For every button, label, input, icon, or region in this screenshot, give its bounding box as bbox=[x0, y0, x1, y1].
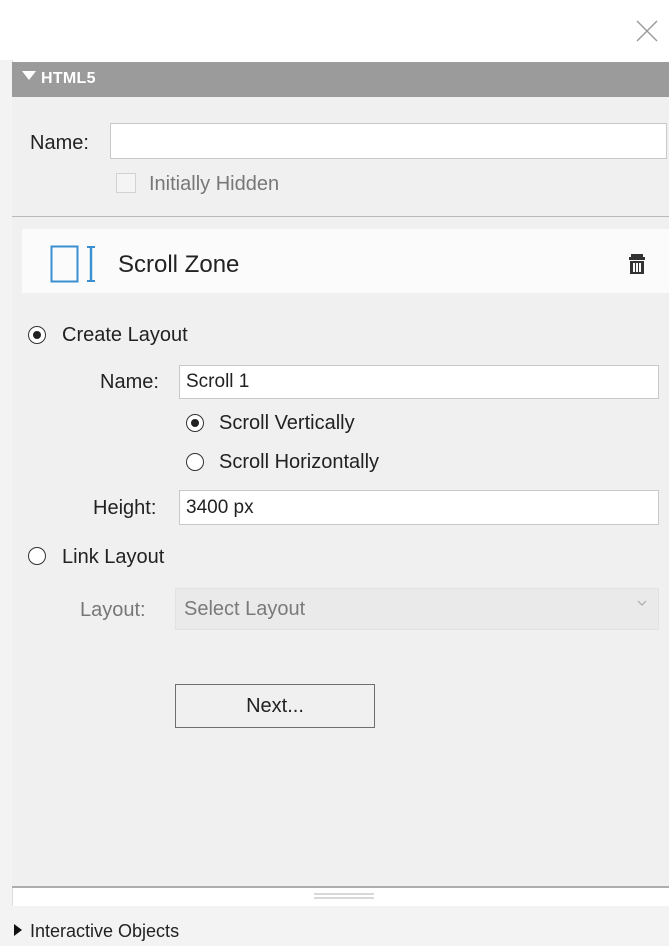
height-input[interactable] bbox=[179, 490, 659, 525]
scroll-horizontally-radio[interactable] bbox=[186, 453, 204, 471]
name-label: Name: bbox=[30, 132, 89, 154]
scroll-zone-icon bbox=[50, 245, 95, 283]
scroll-vertically-label: Scroll Vertically bbox=[219, 412, 355, 434]
create-layout-radio[interactable] bbox=[28, 326, 46, 344]
divider bbox=[12, 886, 669, 888]
initially-hidden-checkbox[interactable] bbox=[116, 173, 136, 193]
initially-hidden-label: Initially Hidden bbox=[149, 173, 280, 195]
link-layout-radio[interactable] bbox=[28, 547, 46, 565]
element-name-input[interactable] bbox=[110, 123, 667, 159]
close-icon[interactable] bbox=[632, 16, 662, 46]
trash-icon[interactable] bbox=[628, 253, 646, 275]
html5-section-header[interactable] bbox=[12, 62, 669, 97]
layout-label: Layout: bbox=[80, 599, 146, 621]
chevron-down-icon bbox=[637, 600, 647, 606]
layout-select-value: Select Layout bbox=[184, 598, 306, 620]
resize-grip-icon[interactable] bbox=[314, 893, 374, 899]
link-layout-label: Link Layout bbox=[62, 546, 165, 568]
next-button[interactable]: Next... bbox=[175, 684, 375, 728]
create-layout-label: Create Layout bbox=[62, 324, 188, 346]
triangle-down-icon[interactable] bbox=[22, 71, 36, 80]
properties-panel bbox=[12, 62, 669, 888]
height-label: Height: bbox=[93, 497, 157, 519]
section-title: HTML5 bbox=[41, 70, 96, 87]
scroll-horizontally-label: Scroll Horizontally bbox=[219, 451, 380, 473]
interactive-objects-label: Interactive Objects bbox=[30, 921, 180, 941]
layout-name-label: Name: bbox=[100, 371, 159, 393]
divider bbox=[12, 216, 669, 217]
scroll-zone-title: Scroll Zone bbox=[118, 251, 240, 278]
layout-name-input[interactable] bbox=[179, 365, 659, 399]
triangle-right-icon[interactable] bbox=[14, 924, 22, 936]
scroll-vertically-radio[interactable] bbox=[186, 414, 204, 432]
